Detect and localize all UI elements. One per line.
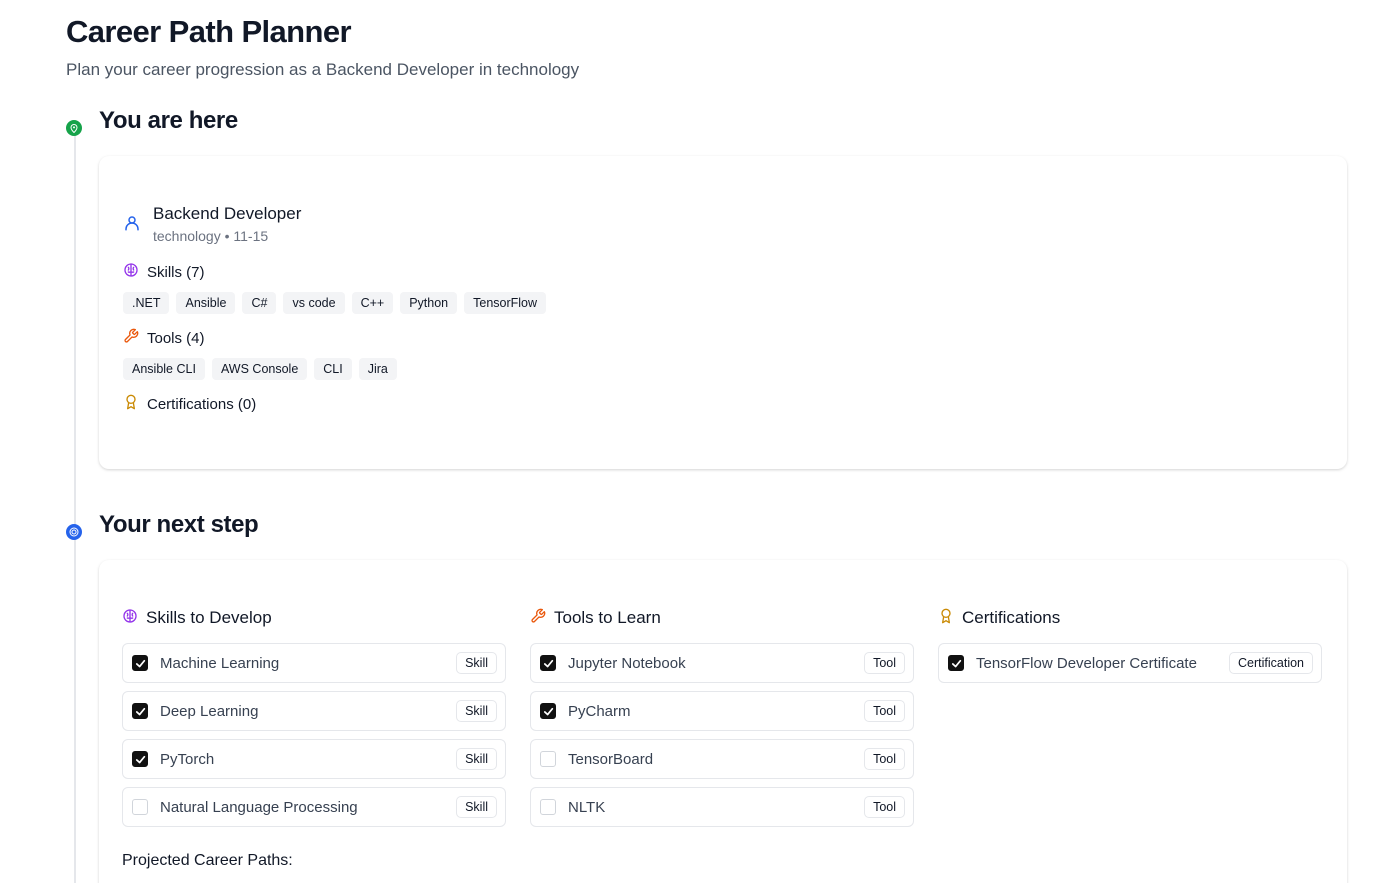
skills-label: Skills (7) [147, 263, 205, 281]
current-tools-tags: Ansible CLI AWS Console CLI Jira [123, 358, 397, 380]
checkbox[interactable] [132, 703, 148, 719]
type-badge: Tool [864, 652, 905, 674]
brain-icon [123, 262, 139, 282]
checkbox[interactable] [540, 751, 556, 767]
tool-tag: AWS Console [211, 358, 308, 380]
skill-tag: C++ [351, 292, 394, 314]
skill-item-nlp[interactable]: Natural Language Processing Skill [122, 787, 506, 827]
tool-tag: Ansible CLI [123, 358, 205, 380]
next-step-card: Skills to Develop Machine Learning Skill… [99, 560, 1347, 883]
skill-tag: vs code [283, 292, 345, 314]
skill-tag: Ansible [176, 292, 236, 314]
item-label: PyCharm [568, 702, 631, 720]
certifications-header: Certifications [962, 608, 1061, 627]
item-label: Deep Learning [160, 702, 259, 720]
timeline-line [74, 128, 76, 883]
skill-tag: TensorFlow [464, 292, 547, 314]
page-title: Career Path Planner [66, 14, 352, 49]
type-badge: Skill [456, 796, 497, 818]
map-pin-icon [66, 120, 82, 136]
page-subtitle: Plan your career progression as a Backen… [66, 60, 580, 79]
skill-tag: C# [242, 292, 277, 314]
checkbox[interactable] [132, 655, 148, 671]
role-title: Backend Developer [153, 204, 302, 223]
brain-icon [122, 608, 138, 629]
certifications-column: Certifications TensorFlow Developer Cert… [938, 608, 1322, 683]
type-badge: Skill [456, 748, 497, 770]
user-icon [123, 214, 141, 237]
skills-to-develop-header: Skills to Develop [146, 608, 272, 627]
item-label: TensorBoard [568, 750, 654, 768]
checkbox[interactable] [132, 751, 148, 767]
item-label: PyTorch [160, 750, 215, 768]
checkbox[interactable] [540, 655, 556, 671]
certs-label: Certifications (0) [147, 395, 257, 413]
tool-item-tensorboard[interactable]: TensorBoard Tool [530, 739, 914, 779]
type-badge: Tool [864, 748, 905, 770]
tool-item-nltk[interactable]: NLTK Tool [530, 787, 914, 827]
tools-label: Tools (4) [147, 329, 205, 347]
role-row: Backend Developer technology • 11-15 [123, 204, 301, 245]
item-label: TensorFlow Developer Certificate [976, 654, 1197, 672]
tools-to-learn-header: Tools to Learn [554, 608, 661, 627]
wrench-icon [123, 328, 139, 348]
skill-tag: .NET [123, 292, 170, 314]
award-icon [938, 608, 954, 629]
item-label: Jupyter Notebook [568, 654, 686, 672]
current-tools-group: Tools (4) Ansible CLI AWS Console CLI Ji… [123, 328, 397, 380]
checkbox[interactable] [540, 799, 556, 815]
target-icon [66, 524, 82, 540]
skill-item-deep-learning[interactable]: Deep Learning Skill [122, 691, 506, 731]
current-skills-tags: .NET Ansible C# vs code C++ Python Tenso… [123, 292, 547, 314]
current-section-heading: You are here [99, 107, 238, 134]
wrench-icon [530, 608, 546, 629]
type-badge: Tool [864, 796, 905, 818]
checkbox[interactable] [540, 703, 556, 719]
tool-item-pycharm[interactable]: PyCharm Tool [530, 691, 914, 731]
tool-tag: CLI [314, 358, 352, 380]
tool-item-jupyter[interactable]: Jupyter Notebook Tool [530, 643, 914, 683]
type-badge: Certification [1229, 652, 1313, 674]
current-skills-group: Skills (7) .NET Ansible C# vs code C++ P… [123, 262, 547, 314]
cert-item-tensorflow[interactable]: TensorFlow Developer Certificate Certifi… [938, 643, 1322, 683]
type-badge: Skill [456, 652, 497, 674]
next-section-heading: Your next step [99, 511, 259, 538]
item-label: Machine Learning [160, 654, 280, 672]
skill-tag: Python [400, 292, 458, 314]
type-badge: Skill [456, 700, 497, 722]
tool-tag: Jira [358, 358, 397, 380]
current-role-card: Backend Developer technology • 11-15 Ski… [99, 156, 1347, 469]
item-label: Natural Language Processing [160, 798, 358, 816]
item-label: NLTK [568, 798, 606, 816]
skill-item-pytorch[interactable]: PyTorch Skill [122, 739, 506, 779]
projected-career-paths-label: Projected Career Paths: [122, 852, 293, 869]
skill-item-machine-learning[interactable]: Machine Learning Skill [122, 643, 506, 683]
checkbox[interactable] [948, 655, 964, 671]
checkbox[interactable] [132, 799, 148, 815]
role-meta: technology • 11-15 [153, 228, 269, 244]
current-certs-group: Certifications (0) [123, 394, 256, 414]
type-badge: Tool [864, 700, 905, 722]
skills-to-develop-column: Skills to Develop Machine Learning Skill… [122, 608, 506, 827]
award-icon [123, 394, 139, 414]
tools-to-learn-column: Tools to Learn Jupyter Notebook Tool PyC… [530, 608, 914, 827]
